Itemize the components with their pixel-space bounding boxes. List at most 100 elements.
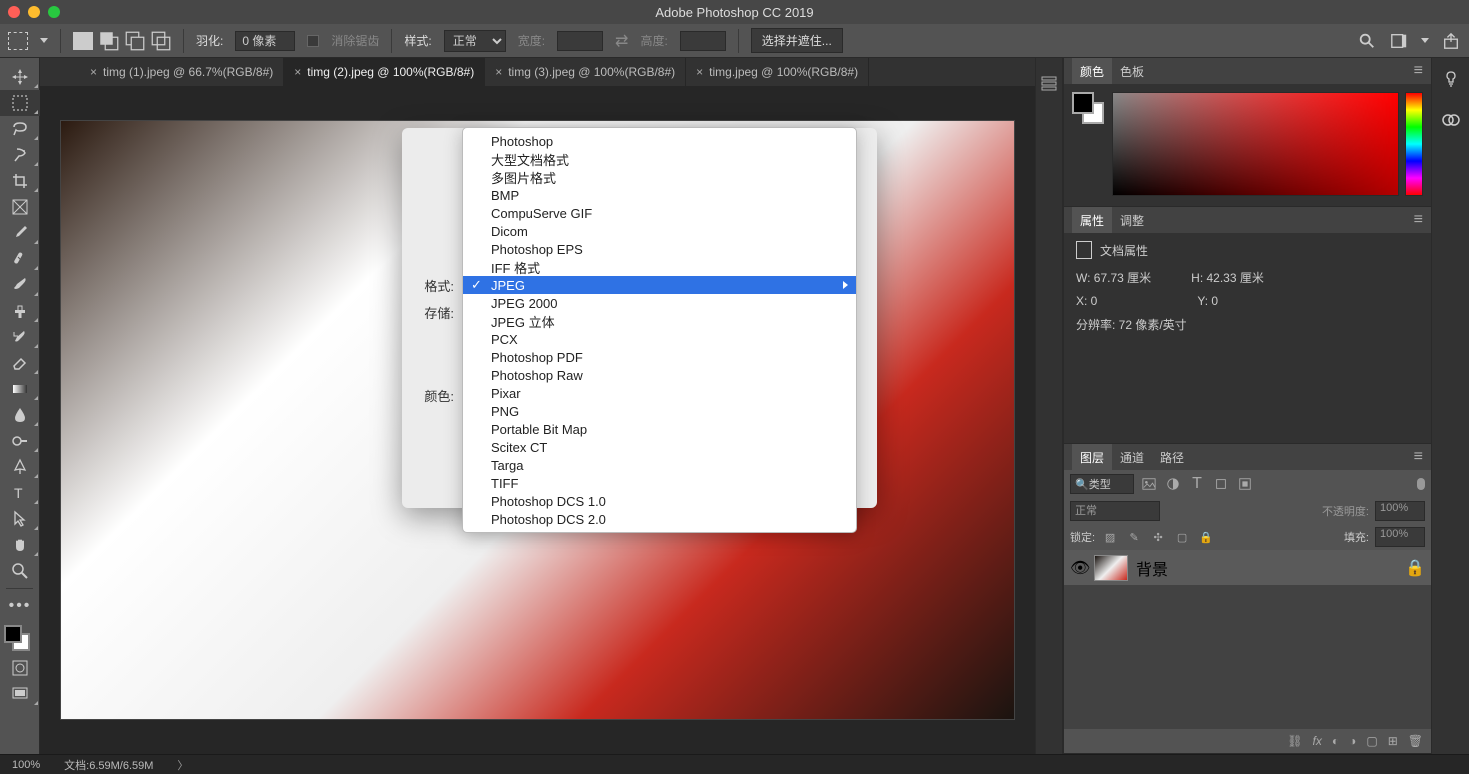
- clone-tool[interactable]: [0, 298, 40, 324]
- pen-tool[interactable]: [0, 454, 40, 480]
- format-dropdown[interactable]: Photoshop大型文档格式多图片格式BMPCompuServe GIFDic…: [462, 127, 857, 533]
- selection-new-icon[interactable]: [73, 32, 93, 50]
- adjustment-icon[interactable]: ◑: [1349, 734, 1356, 748]
- format-option[interactable]: 大型文档格式: [463, 150, 856, 168]
- panel-menu-icon[interactable]: ≡: [1414, 62, 1423, 80]
- format-option[interactable]: BMP: [463, 186, 856, 204]
- minimize-window[interactable]: [28, 6, 40, 18]
- doc-tab-2[interactable]: ×timg (3).jpeg @ 100%(RGB/8#): [485, 58, 686, 86]
- workspace-chevron-icon[interactable]: [1421, 38, 1429, 43]
- gradient-tool[interactable]: [0, 376, 40, 402]
- selection-subtract-icon[interactable]: [125, 32, 145, 50]
- dodge-tool[interactable]: [0, 428, 40, 454]
- libraries-icon[interactable]: [1441, 110, 1461, 130]
- feather-input[interactable]: [235, 31, 295, 51]
- doc-tab-3[interactable]: ×timg.jpeg @ 100%(RGB/8#): [686, 58, 869, 86]
- tab-swatches[interactable]: 色板: [1112, 58, 1152, 84]
- selection-intersect-icon[interactable]: [151, 32, 171, 50]
- format-option[interactable]: CompuServe GIF: [463, 204, 856, 222]
- hand-tool[interactable]: [0, 532, 40, 558]
- selection-add-icon[interactable]: [99, 32, 119, 50]
- tab-adjustments[interactable]: 调整: [1112, 207, 1152, 233]
- filter-toggle[interactable]: [1417, 478, 1425, 490]
- lock-pixels-icon[interactable]: ▨: [1101, 528, 1119, 546]
- style-select[interactable]: 正常: [444, 30, 506, 52]
- workspace-icon[interactable]: [1389, 32, 1409, 50]
- panel-menu-icon[interactable]: ≡: [1414, 211, 1423, 229]
- format-option[interactable]: IFF 格式: [463, 258, 856, 276]
- marquee-tool[interactable]: [0, 90, 40, 116]
- eyedropper-tool[interactable]: [0, 220, 40, 246]
- format-option[interactable]: PCX: [463, 330, 856, 348]
- brush-tool[interactable]: [0, 272, 40, 298]
- format-option[interactable]: 多图片格式: [463, 168, 856, 186]
- tab-layers[interactable]: 图层: [1072, 444, 1112, 470]
- tab-channels[interactable]: 通道: [1112, 444, 1152, 470]
- blend-mode-select[interactable]: 正常: [1070, 501, 1160, 521]
- panel-menu-icon[interactable]: ≡: [1414, 448, 1423, 466]
- tool-preset-chevron-icon[interactable]: [40, 38, 48, 43]
- close-window[interactable]: [8, 6, 20, 18]
- eraser-tool[interactable]: [0, 350, 40, 376]
- color-field[interactable]: [1112, 92, 1399, 196]
- antialias-checkbox[interactable]: [307, 35, 319, 47]
- lasso-tool[interactable]: [0, 116, 40, 142]
- history-panel-icon[interactable]: [1040, 74, 1058, 92]
- format-option[interactable]: Targa: [463, 456, 856, 474]
- foreground-swatch[interactable]: [4, 625, 22, 643]
- layer-filter-type[interactable]: 🔍 类型: [1070, 474, 1134, 494]
- filter-shape-icon[interactable]: [1212, 475, 1230, 493]
- format-option[interactable]: TIFF: [463, 474, 856, 492]
- filter-image-icon[interactable]: [1140, 475, 1158, 493]
- quick-mask[interactable]: [0, 655, 40, 681]
- filter-smart-icon[interactable]: [1236, 475, 1254, 493]
- fgbg-picker[interactable]: [1072, 92, 1106, 198]
- format-option[interactable]: Scitex CT: [463, 438, 856, 456]
- screen-mode[interactable]: [0, 681, 40, 707]
- group-icon[interactable]: ▢: [1366, 734, 1377, 748]
- blur-tool[interactable]: [0, 402, 40, 428]
- edit-toolbar[interactable]: •••: [0, 593, 40, 619]
- layer-background[interactable]: 👁 背景 🔒: [1064, 550, 1431, 586]
- visibility-icon[interactable]: 👁: [1070, 558, 1086, 578]
- tab-color[interactable]: 颜色: [1072, 58, 1112, 84]
- tab-properties[interactable]: 属性: [1072, 207, 1112, 233]
- quick-select-tool[interactable]: [0, 142, 40, 168]
- lock-all-icon[interactable]: 🔒: [1197, 528, 1215, 546]
- zoom-tool[interactable]: [0, 558, 40, 584]
- new-layer-icon[interactable]: ⊞: [1388, 734, 1398, 748]
- format-option[interactable]: Photoshop Raw: [463, 366, 856, 384]
- lock-brush-icon[interactable]: ✎: [1125, 528, 1143, 546]
- trash-icon[interactable]: 🗑: [1408, 734, 1423, 748]
- format-option[interactable]: Photoshop: [463, 132, 856, 150]
- format-option[interactable]: PNG: [463, 402, 856, 420]
- mask-icon[interactable]: ◐: [1332, 734, 1339, 748]
- hue-slider[interactable]: [1405, 92, 1423, 196]
- close-icon[interactable]: ×: [696, 65, 703, 79]
- format-option[interactable]: JPEG 立体: [463, 312, 856, 330]
- lock-artboard-icon[interactable]: ▢: [1173, 528, 1191, 546]
- path-select-tool[interactable]: [0, 506, 40, 532]
- format-option[interactable]: JPEG: [463, 276, 856, 294]
- format-option[interactable]: Portable Bit Map: [463, 420, 856, 438]
- fx-icon[interactable]: fx: [1313, 734, 1322, 748]
- lock-icon[interactable]: 🔒: [1405, 558, 1425, 578]
- type-tool[interactable]: T: [0, 480, 40, 506]
- healing-tool[interactable]: [0, 246, 40, 272]
- layer-thumbnail[interactable]: [1094, 555, 1128, 581]
- doc-tab-0[interactable]: ×timg (1).jpeg @ 66.7%(RGB/8#): [80, 58, 284, 86]
- filter-adjust-icon[interactable]: [1164, 475, 1182, 493]
- format-option[interactable]: JPEG 2000: [463, 294, 856, 312]
- fill-input[interactable]: 100%: [1375, 527, 1425, 547]
- search-icon[interactable]: [1357, 32, 1377, 50]
- format-option[interactable]: Photoshop DCS 1.0: [463, 492, 856, 510]
- close-icon[interactable]: ×: [90, 65, 97, 79]
- format-option[interactable]: Photoshop PDF: [463, 348, 856, 366]
- frame-tool[interactable]: [0, 194, 40, 220]
- format-option[interactable]: Photoshop EPS: [463, 240, 856, 258]
- color-swatches[interactable]: [0, 625, 39, 655]
- zoom-window[interactable]: [48, 6, 60, 18]
- move-tool[interactable]: [0, 64, 40, 90]
- format-option[interactable]: Photoshop DCS 2.0: [463, 510, 856, 528]
- doc-tab-1[interactable]: ×timg (2).jpeg @ 100%(RGB/8#): [284, 58, 485, 86]
